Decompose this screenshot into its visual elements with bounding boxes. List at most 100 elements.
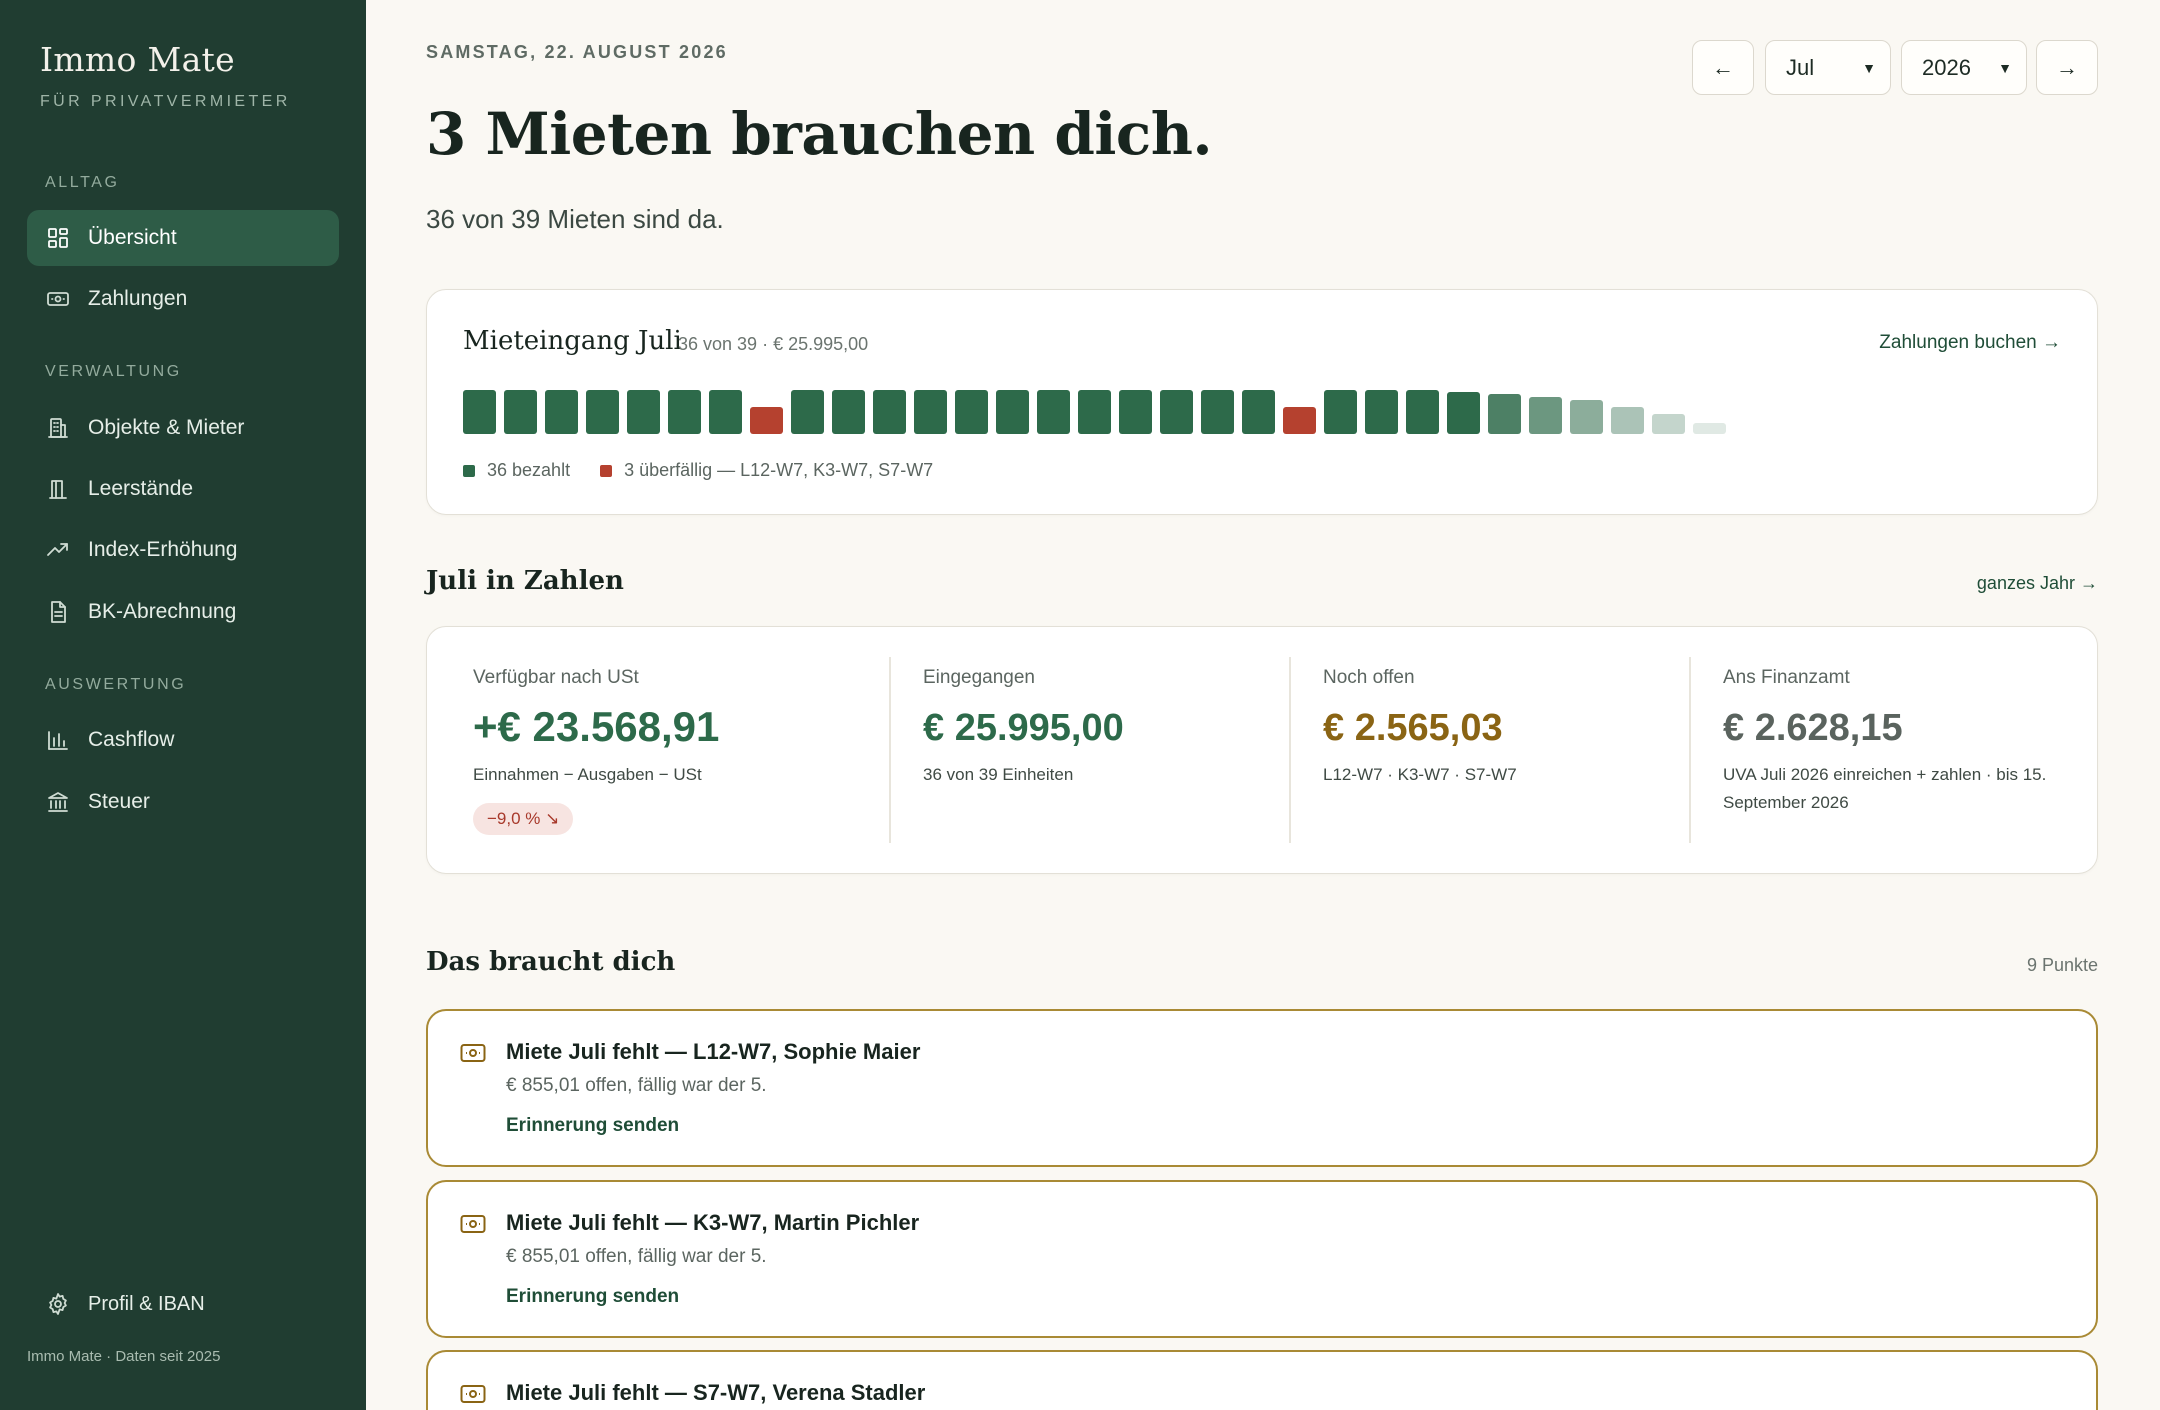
rent-bar-paid: [545, 390, 578, 434]
building-icon: [45, 415, 71, 441]
sidebar-item-label: Leerstände: [88, 477, 194, 500]
bar-chart-icon: [45, 727, 71, 753]
task-card[interactable]: Miete Juli fehlt — K3-W7, Martin Pichler…: [426, 1180, 2098, 1338]
rent-bar-paid: [1652, 414, 1685, 434]
sidebar-item-label: BK-Abrechnung: [88, 600, 237, 623]
rent-bar-paid: [955, 390, 988, 434]
rent-bar-paid: [463, 390, 496, 434]
rent-bar-paid: [1611, 407, 1644, 434]
rent-bar-overdue: [1283, 407, 1316, 434]
sidebar-item-label: Steuer: [88, 790, 150, 813]
app-tagline: FÜR PRIVATVERMIETER: [40, 93, 291, 110]
prev-month-button[interactable]: ←: [1692, 40, 1754, 95]
rent-legend: 36 bezahlt 3 überfällig — L12-W7, K3-W7,…: [463, 460, 933, 481]
sidebar-footer: Immo Mate · Daten seit 2025: [27, 1348, 221, 1365]
stat-open: Noch offen € 2.565,03 L12-W7 · K3-W7 · S…: [1323, 657, 1683, 843]
stat-divider: [1689, 657, 1691, 843]
rent-bar-paid: [914, 390, 947, 434]
send-reminder-button[interactable]: Erinnerung senden: [506, 1115, 679, 1137]
year-select[interactable]: 2026 ▼: [1901, 40, 2027, 95]
rent-bar-paid: [1201, 390, 1234, 434]
stat-tax-office: Ans Finanzamt € 2.628,15 UVA Juli 2026 e…: [1723, 657, 2073, 843]
chevron-down-icon: ▼: [1998, 59, 2012, 76]
rent-bar-paid: [1324, 390, 1357, 434]
legend-overdue: 3 überfällig — L12-W7, K3-W7, S7-W7: [624, 460, 934, 480]
full-year-label: ganzes Jahr: [1976, 573, 2075, 593]
sidebar-item-steuer[interactable]: Steuer: [27, 774, 339, 830]
book-payments-link[interactable]: Zahlungen buchen →: [1879, 332, 2061, 354]
stat-value: € 2.565,03: [1323, 707, 1503, 749]
app-logo: Immo Mate: [40, 40, 235, 79]
money-icon: [460, 1044, 486, 1062]
stat-label: Noch offen: [1323, 667, 1415, 688]
arrow-right-icon: →: [2042, 332, 2061, 353]
tasks-section-title: Das braucht dich: [426, 947, 676, 977]
rent-bar-paid: [791, 390, 824, 434]
sidebar-item-profil-iban[interactable]: Profil & IBAN: [27, 1276, 339, 1332]
rent-bar-paid: [586, 390, 619, 434]
stat-note: 36 von 39 Einheiten: [923, 765, 1074, 784]
sidebar-item-index-erhoehung[interactable]: Index-Erhöhung: [27, 522, 339, 578]
sidebar-item-objekte-mieter[interactable]: Objekte & Mieter: [27, 400, 339, 456]
stat-value: € 2.628,15: [1723, 707, 1903, 749]
nav-section-alltag: ALLTAG: [45, 174, 120, 191]
current-date: SAMSTAG, 22. AUGUST 2026: [426, 42, 728, 62]
rent-intake-card: Mieteingang Juli 36 von 39 · € 25.995,00…: [426, 289, 2098, 515]
stats-section-title: Juli in Zahlen: [426, 566, 624, 596]
legend-overdue-swatch: [600, 464, 613, 477]
stats-card: Verfügbar nach USt +€ 23.568,91 Einnahme…: [426, 626, 2098, 874]
page-title: 3 Mieten brauchen dich.: [426, 100, 1213, 168]
nav-section-verwaltung: VERWALTUNG: [45, 363, 182, 380]
rent-intake-title: Mieteingang Juli: [463, 326, 682, 356]
month-select[interactable]: Jul ▼: [1765, 40, 1891, 95]
main-content: SAMSTAG, 22. AUGUST 2026 3 Mieten brauch…: [366, 0, 2160, 1410]
rent-intake-meta: 36 von 39 · € 25.995,00: [678, 334, 869, 354]
next-month-button[interactable]: →: [2036, 40, 2098, 95]
money-icon: [460, 1385, 486, 1403]
sidebar-item-label: Index-Erhöhung: [88, 538, 238, 561]
rent-bar-paid: [1693, 423, 1726, 434]
send-reminder-button[interactable]: Erinnerung senden: [506, 1286, 679, 1308]
rent-bar-paid: [1078, 390, 1111, 434]
sidebar-item-bk-abrechnung[interactable]: BK-Abrechnung: [27, 584, 339, 640]
task-description: € 855,01 offen, fällig war der 5.: [506, 1246, 767, 1267]
sidebar-item-label: Profil & IBAN: [88, 1292, 205, 1315]
rent-bar-paid: [627, 390, 660, 434]
sidebar: Immo Mate FÜR PRIVATVERMIETER ALLTAG Übe…: [0, 0, 366, 1410]
full-year-link[interactable]: ganzes Jahr →: [1977, 573, 2098, 594]
sidebar-item-zahlungen[interactable]: Zahlungen: [27, 271, 339, 327]
money-icon: [45, 286, 71, 312]
stat-label: Ans Finanzamt: [1723, 667, 1850, 688]
bank-icon: [45, 789, 71, 815]
stat-label: Eingegangen: [923, 667, 1035, 688]
rent-bar-paid: [1488, 394, 1521, 434]
rent-bar-paid: [1447, 392, 1480, 434]
task-title: Miete Juli fehlt — L12-W7, Sophie Maier: [506, 1039, 921, 1064]
dashboard-icon: [45, 225, 71, 251]
nav-section-auswertung: AUSWERTUNG: [45, 676, 187, 693]
stat-note: UVA Juli 2026 einreichen + zahlen · bis …: [1723, 765, 2047, 812]
year-select-value: 2026: [1922, 54, 1971, 80]
rent-bar-paid: [1037, 390, 1070, 434]
rent-bar-paid: [1160, 390, 1193, 434]
sidebar-item-uebersicht[interactable]: Übersicht: [27, 210, 339, 266]
chevron-down-icon: ▼: [1862, 59, 1876, 76]
sidebar-item-label: Cashflow: [88, 728, 175, 751]
stat-note: L12-W7 · K3-W7 · S7-W7: [1323, 765, 1517, 784]
stat-label: Verfügbar nach USt: [473, 667, 639, 688]
tasks-count: 9 Punkte: [2026, 955, 2098, 975]
task-title: Miete Juli fehlt — S7-W7, Verena Stadler: [506, 1380, 926, 1405]
gear-icon: [45, 1291, 71, 1317]
rent-bar-paid: [1529, 397, 1562, 434]
sidebar-item-leerstaende[interactable]: Leerstände: [27, 461, 339, 517]
rent-bar-paid: [996, 390, 1029, 434]
task-card[interactable]: Miete Juli fehlt — S7-W7, Verena Stadler: [426, 1350, 2098, 1410]
rent-bar-paid: [832, 390, 865, 434]
document-icon: [45, 599, 71, 625]
stat-received: Eingegangen € 25.995,00 36 von 39 Einhei…: [923, 657, 1283, 843]
legend-paid-swatch: [463, 464, 475, 477]
task-card[interactable]: Miete Juli fehlt — L12-W7, Sophie Maier …: [426, 1009, 2098, 1167]
money-icon: [460, 1215, 486, 1233]
sidebar-item-cashflow[interactable]: Cashflow: [27, 712, 339, 768]
stat-note: Einnahmen − Ausgaben − USt: [473, 765, 702, 784]
